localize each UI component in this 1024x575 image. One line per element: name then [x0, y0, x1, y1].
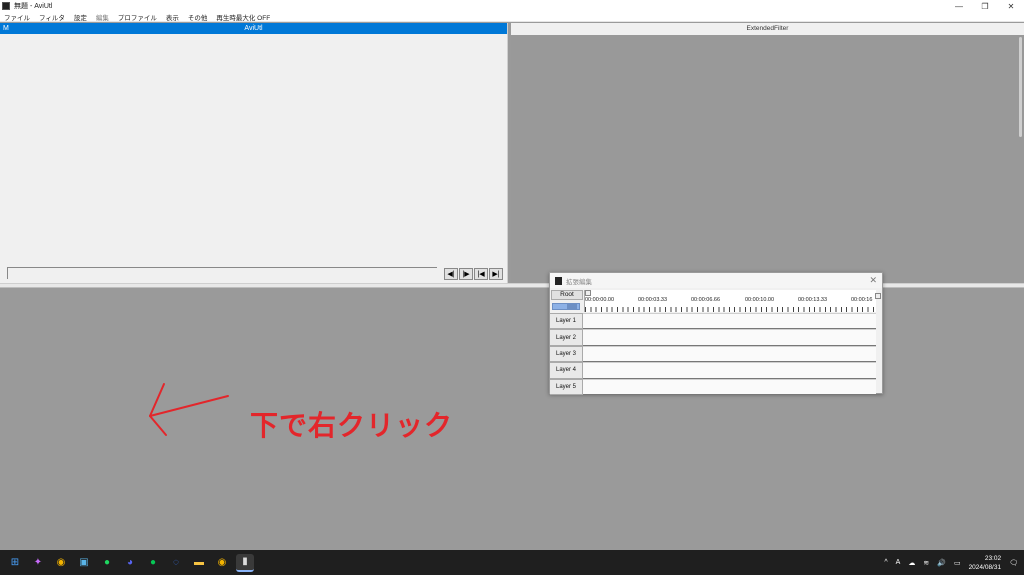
- scroll-up-icon[interactable]: [875, 293, 881, 299]
- system-tray: ^ A ☁ ≋ 🔊 ▭ 23:02 2024/08/31 🗨: [884, 550, 1018, 575]
- layer-row: Layer 1: [550, 313, 882, 330]
- timeline-time-label: 00:00:00.00: [585, 297, 615, 303]
- chrome-icon-2[interactable]: ◉: [213, 554, 231, 572]
- extended-edit-titlebar[interactable]: 拡張編集 ✕: [550, 273, 882, 288]
- window-controls: — ❐ ✕: [946, 0, 1024, 12]
- root-button[interactable]: Root: [551, 290, 583, 300]
- menu-item[interactable]: フィルタ: [35, 12, 70, 22]
- timeline-ruler[interactable]: 00:00:00.00 00:00:03.33 00:00:06.66 00:00:1…: [584, 290, 876, 312]
- layer-label[interactable]: Layer 2: [550, 329, 583, 346]
- window-title: 無題 - AviUtl: [14, 3, 53, 10]
- prev-frame-button[interactable]: ◀|: [444, 268, 458, 280]
- layer-row: Layer 4: [550, 362, 882, 379]
- extended-filter-title: ExtendedFilter: [511, 23, 1024, 35]
- battery-icon[interactable]: ▭: [954, 559, 961, 567]
- annotation-arrow-icon: [149, 383, 229, 436]
- menu-item[interactable]: その他: [184, 12, 213, 22]
- clock-date: 2024/08/31: [968, 563, 1002, 571]
- close-icon[interactable]: ✕: [869, 275, 877, 286]
- wifi-icon[interactable]: ≋: [923, 559, 929, 567]
- windows-start-icon[interactable]: ⊞: [6, 554, 24, 572]
- clock[interactable]: 23:02 2024/08/31: [969, 554, 1002, 572]
- window-titlebar: 無題 - AviUtl — ❐ ✕: [0, 0, 1024, 12]
- menu-item[interactable]: 設定: [70, 12, 92, 22]
- aviutl-pane-header: M AviUtl: [0, 23, 507, 34]
- seek-buttons: ◀| |▶ |◀ ▶|: [444, 268, 503, 280]
- volume-icon[interactable]: 🔊: [937, 559, 946, 567]
- clock-time: 23:02: [984, 554, 1002, 562]
- notification-icon[interactable]: 🗨: [1009, 559, 1018, 567]
- menu-item[interactable]: プロファイル: [114, 12, 162, 22]
- go-end-button[interactable]: ▶|: [489, 268, 503, 280]
- go-start-button[interactable]: |◀: [474, 268, 488, 280]
- layer-track[interactable]: [583, 329, 876, 346]
- layer-label[interactable]: Layer 1: [550, 313, 583, 330]
- layer-row: Layer 5: [550, 378, 882, 395]
- layer-track[interactable]: [583, 378, 876, 395]
- layer-row: Layer 3: [550, 345, 882, 363]
- menu-item[interactable]: 編集: [92, 12, 114, 22]
- copilot-icon[interactable]: ✦: [29, 554, 47, 572]
- timeline-ticks: [585, 307, 876, 312]
- next-frame-button[interactable]: |▶: [459, 268, 473, 280]
- signal-icon[interactable]: ◌: [167, 554, 185, 572]
- aviutl-pane-title: AviUtl: [244, 25, 263, 32]
- extended-edit-app-icon: [555, 276, 562, 285]
- menu-item[interactable]: ファイル: [0, 12, 35, 22]
- scene-indicator[interactable]: [552, 303, 580, 310]
- restore-button[interactable]: ❐: [972, 0, 998, 12]
- layer-track[interactable]: [583, 345, 876, 363]
- layer-label[interactable]: Layer 3: [550, 345, 583, 363]
- extended-filter-pane: ExtendedFilter: [511, 23, 1024, 283]
- file-explorer-icon[interactable]: ▬: [190, 554, 208, 572]
- menu-item[interactable]: 再生時最大化 OFF: [212, 12, 275, 22]
- taskbar-icons: ⊞ ✦ ◉ ▣ ● ◕ ● ◌ ▬ ◉ ▮: [6, 553, 254, 572]
- extended-filter-scrollbar[interactable]: [1019, 37, 1022, 137]
- layer-row: Layer 2: [550, 329, 882, 346]
- extended-edit-window[interactable]: 拡張編集 ✕ Root 00:00:00.00 00:00:03.33 00:00:…: [549, 272, 883, 395]
- layer-label[interactable]: Layer 5: [550, 378, 583, 395]
- cloud-icon[interactable]: ☁: [908, 559, 915, 567]
- timeline-time-label: 00:00:06.66: [691, 297, 721, 303]
- extended-edit-title: 拡張編集: [566, 278, 592, 286]
- chrome-icon[interactable]: ◉: [52, 554, 70, 572]
- close-button[interactable]: ✕: [998, 0, 1024, 12]
- seek-bar[interactable]: [7, 267, 437, 279]
- layer-label[interactable]: Layer 4: [550, 362, 583, 379]
- aviutl-app-icon: [2, 2, 10, 10]
- discord-icon[interactable]: ◕: [121, 554, 139, 572]
- annotation-text: 下で右クリック: [250, 410, 454, 441]
- aviutl-icon[interactable]: ▮: [236, 553, 254, 572]
- aviutl-main-pane: M AviUtl ◀| |▶ |◀ ▶|: [0, 23, 508, 283]
- spotify-icon[interactable]: ●: [98, 554, 116, 572]
- taskbar: ⊞ ✦ ◉ ▣ ● ◕ ● ◌ ▬ ◉ ▮ ^ A ☁ ≋ 🔊 ▭ 23:02 2024/08/31…: [0, 550, 1024, 575]
- menu-item[interactable]: 表示: [162, 12, 184, 22]
- timeline-time-label: 00:00:03.33: [638, 297, 668, 303]
- ime-indicator[interactable]: A: [896, 559, 901, 566]
- chevron-up-icon[interactable]: ^: [884, 559, 887, 566]
- ruler-scroll-handle[interactable]: [585, 290, 591, 296]
- timeline-time-label: 00:00:16: [851, 297, 873, 303]
- timeline-time-label: 00:00:10.00: [745, 297, 775, 303]
- line-icon[interactable]: ●: [144, 554, 162, 572]
- minimize-button[interactable]: —: [946, 0, 972, 12]
- layer-track[interactable]: [583, 362, 876, 379]
- timeline-time-label: 00:00:13.33: [798, 297, 828, 303]
- menu-bar: ファイル フィルタ 設定 編集 プロファイル 表示 その他 再生時最大化 OFF: [0, 12, 1024, 22]
- layer-track[interactable]: [583, 313, 876, 330]
- settings-app-icon[interactable]: ▣: [75, 554, 93, 572]
- layer-list: Layer 1 Layer 2 Layer 3 Layer 4 Layer 5: [550, 313, 882, 395]
